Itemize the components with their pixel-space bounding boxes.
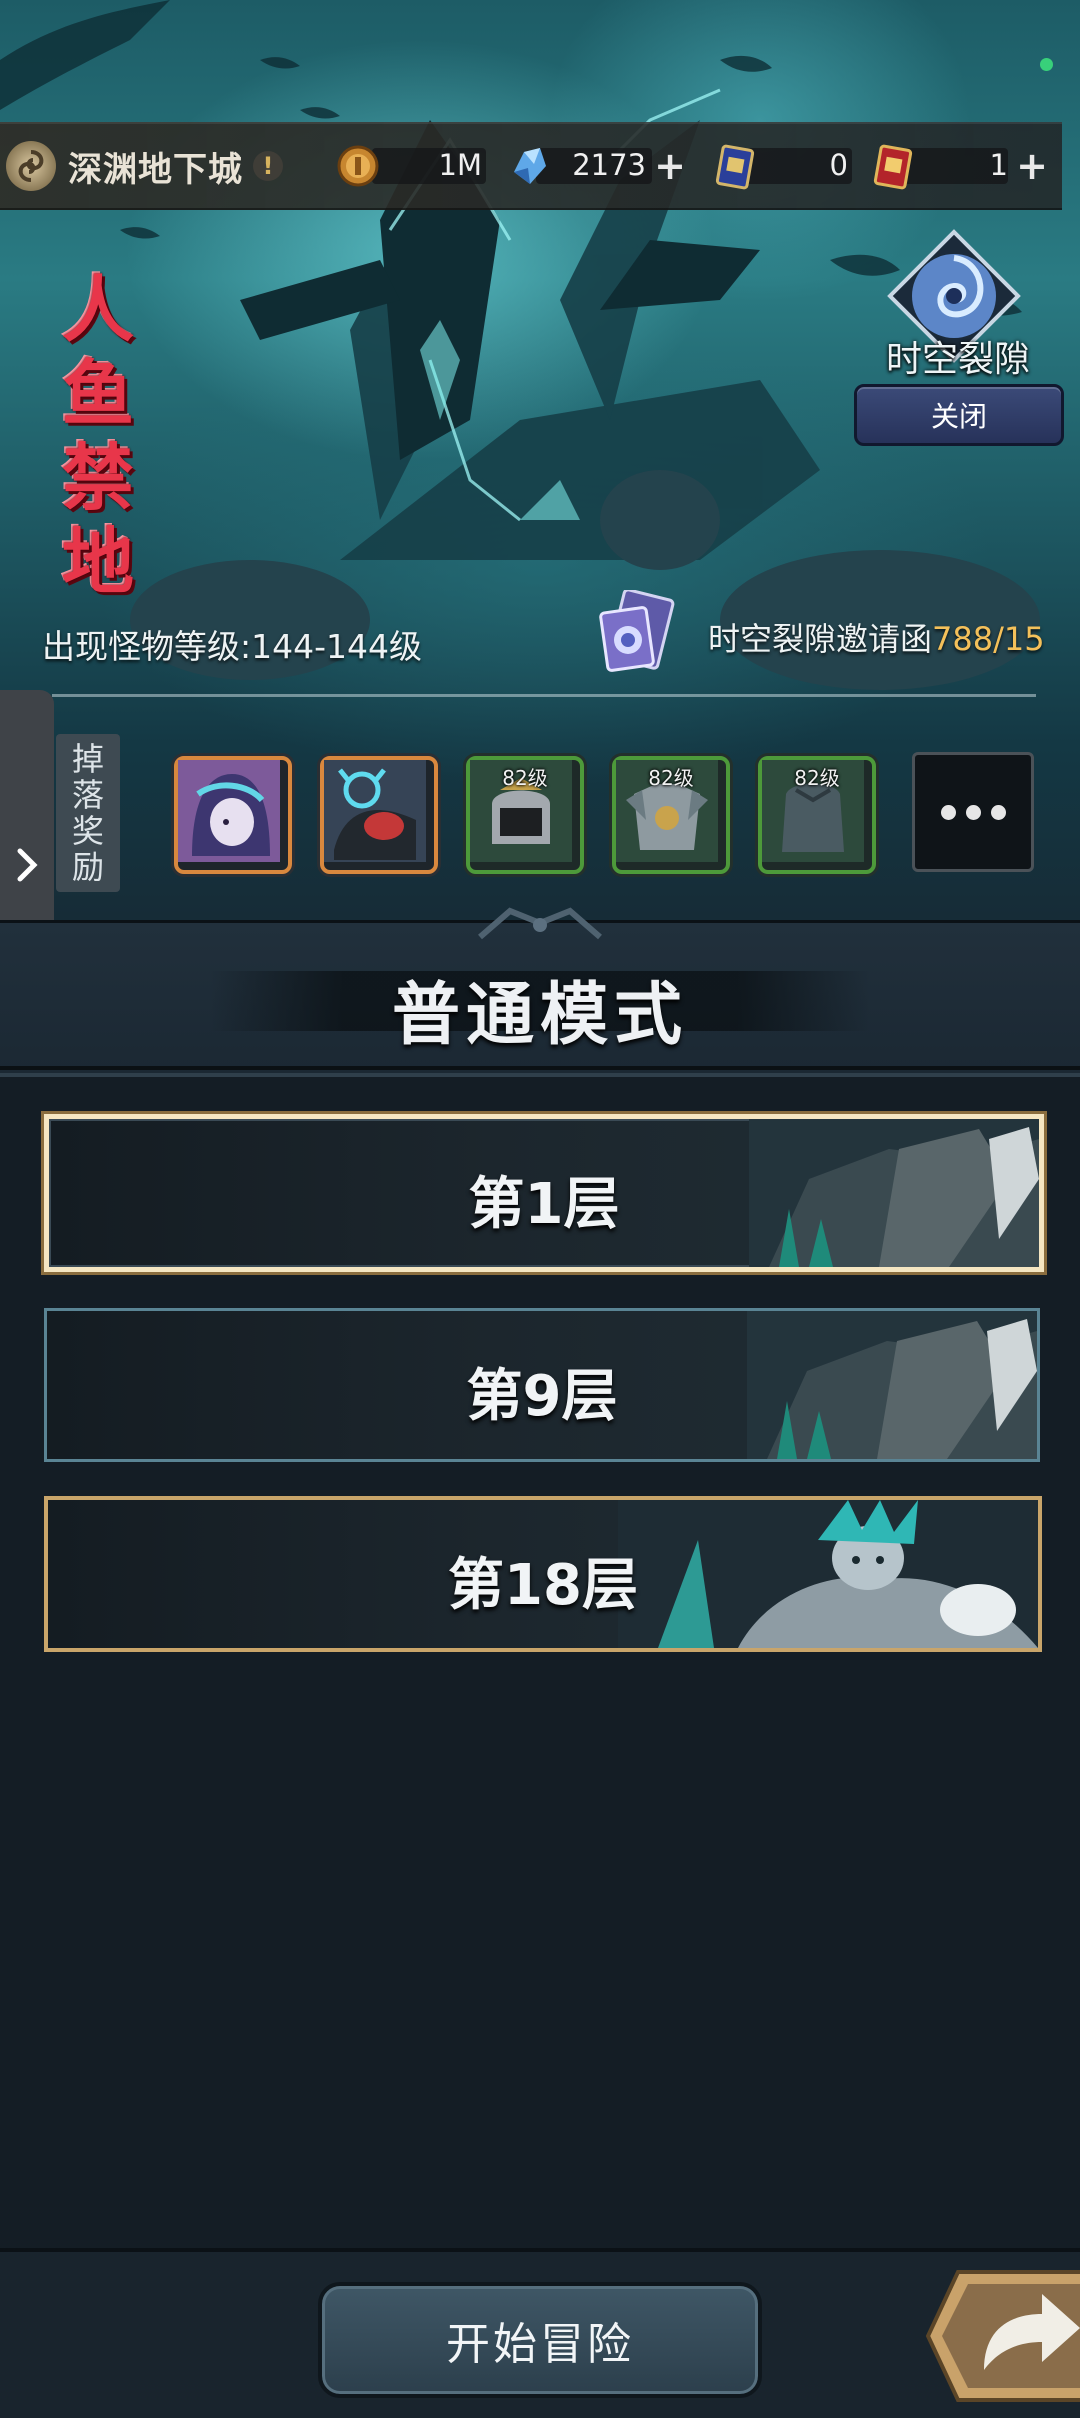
divider — [52, 694, 1036, 697]
item-level: 82级 — [794, 766, 840, 790]
mode-title: 普通模式 — [391, 976, 688, 1055]
mode-header: 普通模式 — [0, 907, 1080, 1077]
ornament-icon — [478, 907, 602, 940]
drop-item-slot[interactable] — [174, 756, 292, 874]
info-icon[interactable]: ! — [253, 151, 283, 181]
logo-char: 地 — [61, 519, 134, 604]
resource-bar: 深渊地下城 ! 1M 2173 + 0 1 + — [0, 122, 1062, 210]
more-dot-icon — [940, 804, 956, 820]
invitation-letter-icon — [599, 590, 675, 672]
floor-option-9[interactable]: 第9层 — [44, 1308, 1040, 1462]
blue-ticket-icon — [715, 144, 755, 190]
drop-item-slot[interactable] — [320, 756, 438, 874]
crystal-value: 2173 — [572, 148, 646, 182]
resource-gold: 1M — [336, 142, 486, 190]
crystal-icon — [514, 148, 546, 184]
floor-label: 第9层 — [466, 1364, 618, 1429]
red-ticket-value: 1 — [989, 148, 1008, 182]
add-red-ticket-button[interactable]: + — [1014, 147, 1050, 185]
start-adventure-button[interactable]: 开始冒险 — [318, 2282, 762, 2398]
stage-logo: 人 鱼 禁 地 — [48, 268, 148, 604]
logo-char: 禁 — [61, 435, 134, 520]
monster-level-text: 出现怪物等级:144-144级 — [42, 627, 422, 666]
drop-label-char: 掉 — [71, 740, 104, 778]
invite-label: 时空裂隙邀请函 — [708, 620, 933, 658]
floor-option-1[interactable]: 第1层 — [44, 1114, 1044, 1272]
rift-label: 时空裂隙 — [885, 339, 1030, 380]
drop-item-slot[interactable]: 82级 — [466, 756, 584, 874]
divider — [0, 1066, 1080, 1070]
blue-ticket-value: 0 — [829, 148, 848, 182]
item-level: 82级 — [648, 766, 694, 790]
resource-blue-ticket: 0 — [712, 142, 852, 190]
dungeon-name: 深渊地下城 — [68, 149, 243, 190]
floor-label: 第1层 — [468, 1172, 620, 1237]
floor-label: 第18层 — [448, 1553, 638, 1618]
drop-rewards-label: 掉 落 奖 励 — [56, 734, 120, 892]
drop-item-slot[interactable]: 82级 — [612, 756, 730, 874]
dungeon-title-group[interactable]: 深渊地下城 ! — [6, 136, 283, 196]
drop-label-char: 落 — [71, 776, 104, 814]
invite-count-text: 时空裂隙邀请函788/15 — [708, 614, 1045, 660]
resource-crystal: 2173 + — [506, 142, 692, 190]
rift-close-button[interactable]: 关闭 — [854, 384, 1064, 446]
more-dot-icon — [965, 804, 981, 820]
share-arrow-icon[interactable] — [924, 2266, 1080, 2406]
resource-red-ticket: 1 + — [870, 142, 1054, 190]
drop-label-char: 奖 — [71, 812, 104, 850]
bottom-bar: 开始冒险 — [0, 2248, 1080, 2418]
drop-item-slot[interactable]: 82级 — [758, 756, 876, 874]
swirl-icon — [6, 141, 56, 191]
red-ticket-icon — [873, 144, 913, 190]
add-crystal-button[interactable]: + — [652, 147, 688, 185]
hooded-hero-icon — [178, 760, 280, 862]
logo-char: 人 — [61, 267, 134, 352]
more-dot-icon — [990, 804, 1006, 820]
status-indicator-dot — [1040, 58, 1053, 71]
floor-option-18[interactable]: 第18层 — [44, 1496, 1042, 1652]
item-level: 82级 — [502, 766, 548, 790]
more-rewards-button[interactable] — [912, 752, 1034, 872]
chevron-right-icon — [17, 848, 38, 882]
gold-value: 1M — [438, 148, 482, 182]
invite-count: 788/15 — [932, 620, 1045, 658]
beast-hero-icon — [324, 760, 426, 862]
gold-coin-icon — [337, 145, 379, 187]
logo-char: 鱼 — [61, 351, 134, 436]
drop-label-char: 励 — [71, 848, 104, 886]
